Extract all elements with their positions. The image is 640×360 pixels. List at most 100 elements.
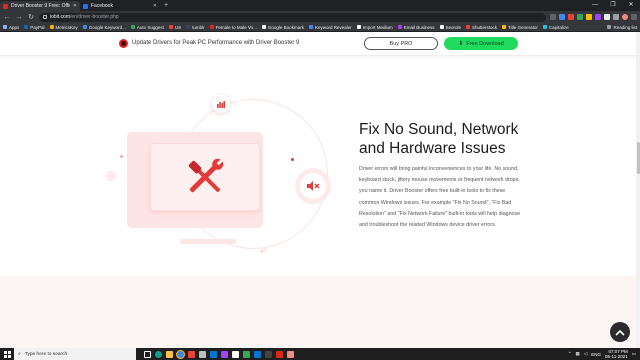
- decorative-dot: [106, 171, 116, 181]
- google-icon: [261, 25, 266, 29]
- tab-title: Driver Booster 9 Free: Official Fr...: [11, 3, 70, 9]
- forward-icon[interactable]: →: [15, 14, 23, 21]
- bookmark-label: Import Medium: [362, 24, 393, 30]
- bookmark-item[interactable]: Female to Male Vo...: [209, 25, 257, 30]
- decorative-dot: [120, 155, 123, 158]
- close-tab-icon[interactable]: ✕: [73, 3, 77, 9]
- reading-list[interactable]: Reading list: [607, 25, 637, 30]
- email-icon: [397, 25, 402, 29]
- scroll-to-top-button[interactable]: [610, 322, 630, 342]
- bookmark-item[interactable]: tumblr: [186, 25, 205, 30]
- photos-icon[interactable]: [210, 350, 217, 358]
- puzzle-icon[interactable]: [613, 14, 619, 20]
- browser-toolbar: ← → ↻ iobit.com/en/driver-booster.php: [0, 11, 640, 23]
- extension-icon[interactable]: [550, 14, 556, 20]
- app-icon[interactable]: [199, 350, 206, 358]
- bookmark-item[interactable]: Google Bookmark: [261, 25, 304, 30]
- tab-driver-booster[interactable]: Driver Booster 9 Free: Official Fr... ✕: [0, 1, 80, 11]
- url-text: iobit.com/en/driver-booster.php: [50, 14, 119, 20]
- free-download-button[interactable]: ⬇ Free Download: [444, 37, 518, 50]
- mute-sound-bubble: [300, 173, 326, 199]
- extension-icon[interactable]: [604, 14, 610, 20]
- network-icon[interactable]: ▦: [576, 351, 580, 357]
- bookmark-item[interactable]: US: [168, 25, 181, 30]
- search-icon: ⌕: [18, 351, 21, 357]
- next-section-background: [0, 276, 636, 348]
- youtube-icon: [209, 25, 214, 29]
- start-button[interactable]: [0, 348, 14, 360]
- new-tab-button[interactable]: +: [160, 1, 172, 11]
- notifications-icon[interactable]: ▭: [632, 351, 636, 357]
- bookmark-item[interactable]: Auto Suggest: [130, 25, 164, 30]
- media-player-icon[interactable]: [188, 350, 195, 358]
- extension-icon[interactable]: [568, 14, 574, 20]
- bookmark-item[interactable]: Email Business: [397, 24, 435, 30]
- close-tab-icon[interactable]: ✕: [153, 3, 157, 9]
- app-icon[interactable]: [254, 350, 261, 358]
- extension-icon[interactable]: [559, 14, 565, 20]
- bookmark-item[interactable]: Seorole: [439, 24, 462, 30]
- bookmark-label: Title Generator: [508, 24, 538, 30]
- extension-icon[interactable]: [586, 14, 592, 20]
- app-icon[interactable]: [221, 350, 228, 358]
- task-view-icon[interactable]: [144, 350, 151, 358]
- tab-facebook[interactable]: Facebook ✕: [80, 1, 160, 11]
- chrome-icon[interactable]: [177, 350, 184, 358]
- clock-date: 05-11-2021: [605, 354, 628, 359]
- windows-taskbar: ⌕ Type here to search ⌃ ▦ ◁ ENG 07:07 PM…: [0, 348, 640, 360]
- bookmark-item[interactable]: Keyword Revealer: [308, 25, 352, 30]
- minimize-icon[interactable]: —: [586, 0, 604, 10]
- metricskey-icon: [49, 25, 54, 29]
- bookmark-item[interactable]: Google Keyword...: [82, 25, 126, 30]
- bookmark-item[interactable]: PayPal: [24, 24, 45, 30]
- address-bar[interactable]: iobit.com/en/driver-booster.php: [39, 12, 546, 22]
- url-domain: iobit.com: [50, 14, 71, 20]
- heading-line-2: and Hardware Issues: [359, 140, 506, 157]
- app-icon[interactable]: [265, 350, 272, 358]
- bookmark-item[interactable]: Capitalize: [542, 25, 569, 30]
- menu-dots-icon[interactable]: [631, 14, 637, 20]
- bookmark-item[interactable]: Shutterstock: [466, 25, 497, 30]
- bookmark-label: Email Business: [403, 24, 435, 30]
- reload-icon[interactable]: ↻: [27, 13, 35, 21]
- us-icon: [168, 25, 173, 29]
- tray-up-arrow-icon[interactable]: ⌃: [568, 351, 572, 357]
- extension-icon[interactable]: [595, 14, 601, 20]
- app-icon[interactable]: [287, 350, 294, 358]
- bookmark-item[interactable]: Apps: [3, 25, 19, 30]
- file-explorer-icon[interactable]: [166, 350, 173, 358]
- volume-icon[interactable]: ◁: [584, 351, 587, 357]
- bookmark-label: Seorole: [445, 24, 462, 30]
- bookmark-label: tumblr: [192, 24, 205, 30]
- maximize-icon[interactable]: ❐: [604, 0, 622, 10]
- decorative-cross: +: [260, 249, 263, 255]
- app-icon[interactable]: [232, 350, 239, 358]
- bookmarks-bar: Apps PayPal MetricsKey Google Keyword...…: [0, 23, 640, 32]
- bookmark-label: MetricsKey: [55, 24, 78, 30]
- buy-pro-button[interactable]: Buy PRO: [364, 37, 438, 50]
- capitalize-icon: [542, 25, 547, 29]
- back-icon[interactable]: ←: [3, 14, 11, 21]
- tab-title: Facebook: [91, 3, 113, 9]
- bookmark-item[interactable]: Import Medium: [356, 24, 393, 30]
- language-indicator[interactable]: ENG: [591, 352, 601, 357]
- edge-icon[interactable]: [155, 350, 162, 358]
- speaker-muted-icon: [306, 181, 319, 191]
- decorative-dot: [291, 158, 294, 161]
- bookmark-item[interactable]: Title Generator: [502, 25, 538, 30]
- clock[interactable]: 07:07 PM 05-11-2021: [605, 349, 628, 359]
- scrollbar-thumb[interactable]: [636, 142, 640, 174]
- page-scrollbar[interactable]: [636, 32, 640, 348]
- bookmark-label: PayPal: [30, 24, 45, 30]
- app-icon[interactable]: [276, 350, 283, 358]
- app-icon[interactable]: [243, 350, 250, 358]
- keyword-revealer-icon: [308, 25, 313, 29]
- taskbar-search-input[interactable]: ⌕ Type here to search: [14, 348, 136, 360]
- extension-icon[interactable]: [577, 14, 583, 20]
- profile-avatar-icon[interactable]: [622, 14, 628, 20]
- close-window-icon[interactable]: ✕: [622, 0, 640, 10]
- banner-text: Update Drivers for Peak PC Performance w…: [132, 40, 300, 46]
- bookmark-item[interactable]: MetricsKey: [49, 24, 78, 30]
- apps-grid-icon: [3, 25, 7, 29]
- section-heading: Fix No Sound, Network and Hardware Issue…: [359, 120, 559, 158]
